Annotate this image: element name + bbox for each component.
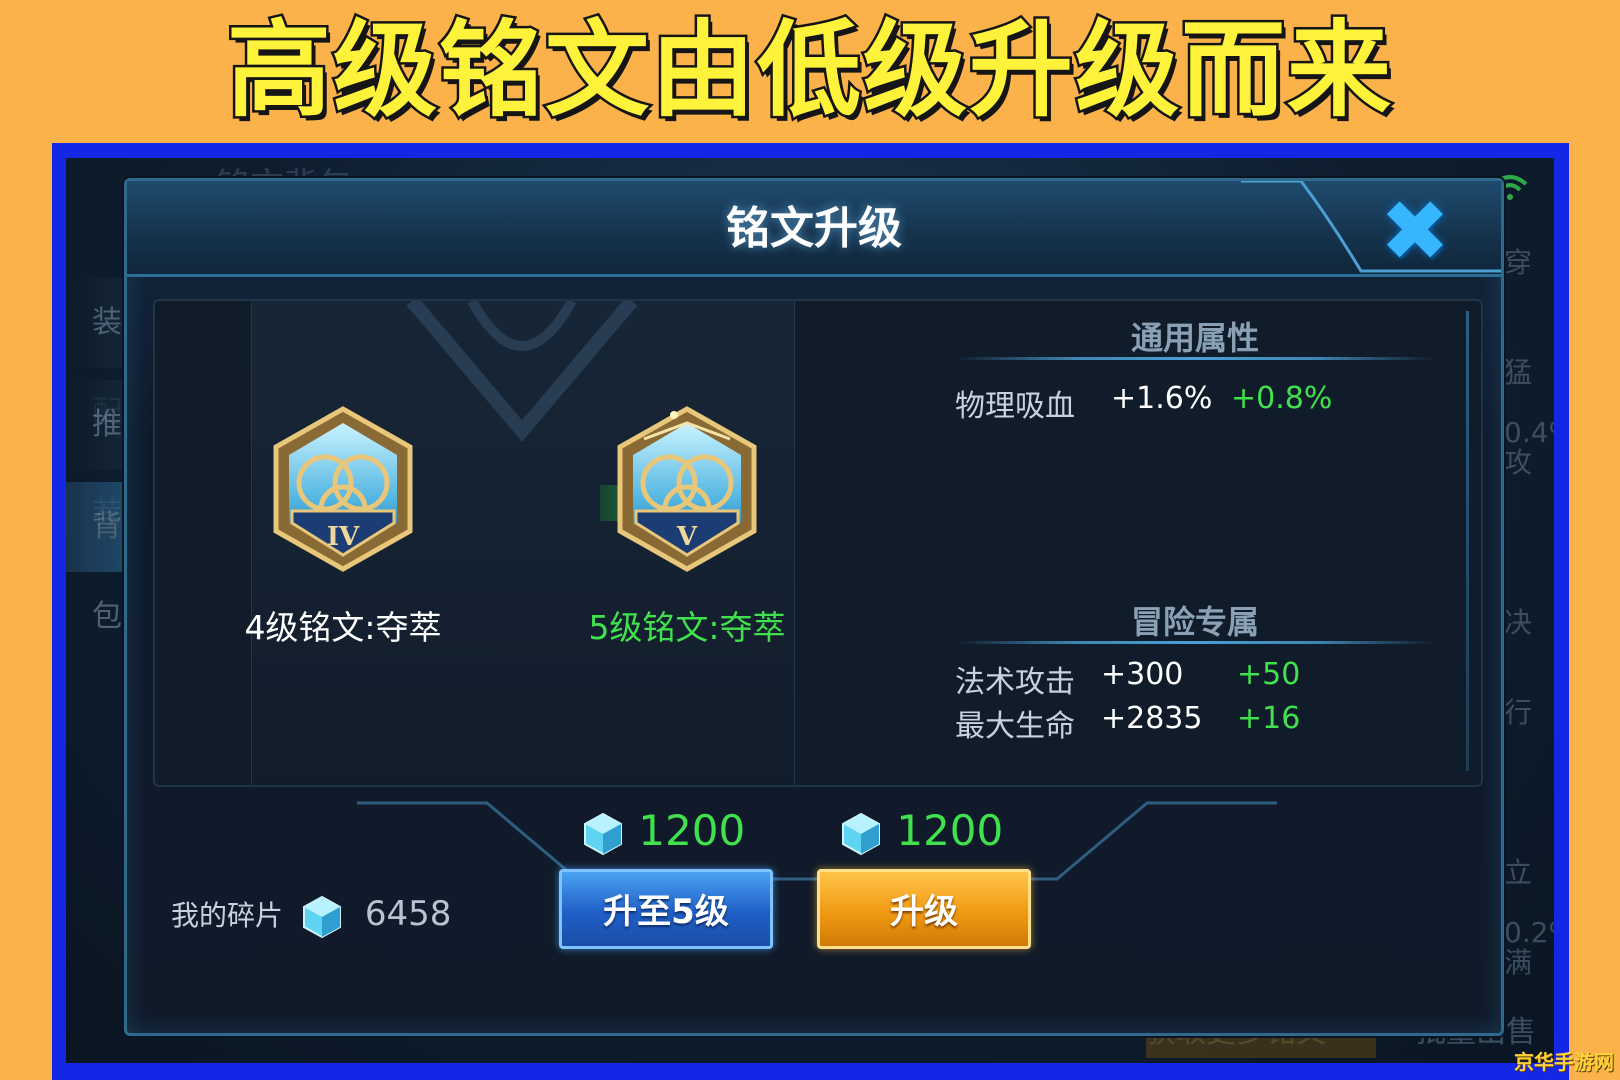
- stat-increase: +0.8%: [1231, 381, 1333, 416]
- general-rule: [955, 357, 1435, 360]
- watermark: 京华手游网: [1514, 1050, 1614, 1074]
- general-attributes-title: 通用属性: [1130, 319, 1259, 357]
- side-tab-recommend[interactable]: 推荐: [66, 380, 122, 532]
- upgrade-button[interactable]: 升级: [817, 869, 1031, 949]
- rune-upgrade-dialog: 铭文升级 ✖ IV V 4级铭文:夺萃 5级铭文:夺萃 通用属性 物理吸血 +1…: [124, 178, 1504, 1036]
- cost-amount: 1200: [638, 806, 746, 855]
- my-shards: 我的碎片 6458: [171, 886, 451, 942]
- crystal-shard-icon: [584, 812, 622, 855]
- right-tab-4: 决行: [1504, 606, 1533, 729]
- next-rune-label: 5级铭文:夺萃: [588, 608, 786, 647]
- svg-text:V: V: [676, 522, 698, 552]
- right-tab-3: 0.4%: [1504, 416, 1554, 449]
- upgrade-to-level-5-button[interactable]: 升至5级: [559, 869, 773, 949]
- adventure-rule: [955, 641, 1435, 644]
- dialog-title: 铭文升级: [726, 203, 902, 254]
- rune-tier-4-icon: IV: [273, 406, 413, 572]
- svg-text:IV: IV: [327, 522, 360, 552]
- stat-value: +2835: [1101, 701, 1203, 736]
- stat-name: 法术攻击: [955, 665, 1075, 700]
- current-rune-label: 4级铭文:夺萃: [244, 608, 442, 647]
- stat-row-physical-lifesteal: 物理吸血 +1.6% +0.8%: [955, 381, 1435, 425]
- cost-upgrade: 1200: [839, 803, 1003, 859]
- stat-value: +1.6%: [1111, 381, 1213, 416]
- stat-name: 物理吸血: [955, 389, 1075, 424]
- stat-row-max-hp: 最大生命 +2835 +16: [955, 701, 1435, 745]
- cost-upgrade-to-5: 1200: [581, 803, 745, 859]
- rune-preview-area: IV V 4级铭文:夺萃 5级铭文:夺萃: [244, 301, 795, 785]
- stat-row-magic-attack: 法术攻击 +300 +50: [955, 657, 1435, 701]
- headline-title: 高级铭文由低级升级而来: [224, 8, 1393, 133]
- emblem-decoration: [406, 301, 638, 441]
- stat-increase: +50: [1237, 657, 1301, 692]
- right-tab-1: 穿: [1504, 246, 1533, 279]
- cost-amount: 1200: [896, 806, 1004, 855]
- side-tab-backpack[interactable]: 背包: [66, 482, 122, 634]
- scrollbar[interactable]: [1466, 311, 1469, 771]
- stat-value: +300: [1101, 657, 1184, 692]
- crystal-shard-icon: [842, 812, 880, 855]
- my-shards-count: 6458: [364, 894, 452, 934]
- close-icon[interactable]: ✖: [1379, 189, 1451, 273]
- crystal-shard-icon: [302, 895, 341, 939]
- side-tab-loadout[interactable]: 装配: [66, 278, 122, 430]
- stats-panel: 通用属性 物理吸血 +1.6% +0.8% 冒险专属 法术攻击 +300 +50…: [915, 301, 1475, 785]
- rune-tier-5-icon: V: [617, 406, 757, 572]
- stat-increase: +16: [1237, 701, 1301, 736]
- stat-name: 最大生命: [955, 709, 1075, 744]
- content-panel: IV V 4级铭文:夺萃 5级铭文:夺萃 通用属性 物理吸血 +1.6% +0.…: [153, 299, 1483, 787]
- adventure-attributes-title: 冒险专属: [1130, 603, 1259, 641]
- right-tab-6: 0.2%: [1504, 916, 1554, 949]
- my-shards-label: 我的碎片: [171, 899, 284, 932]
